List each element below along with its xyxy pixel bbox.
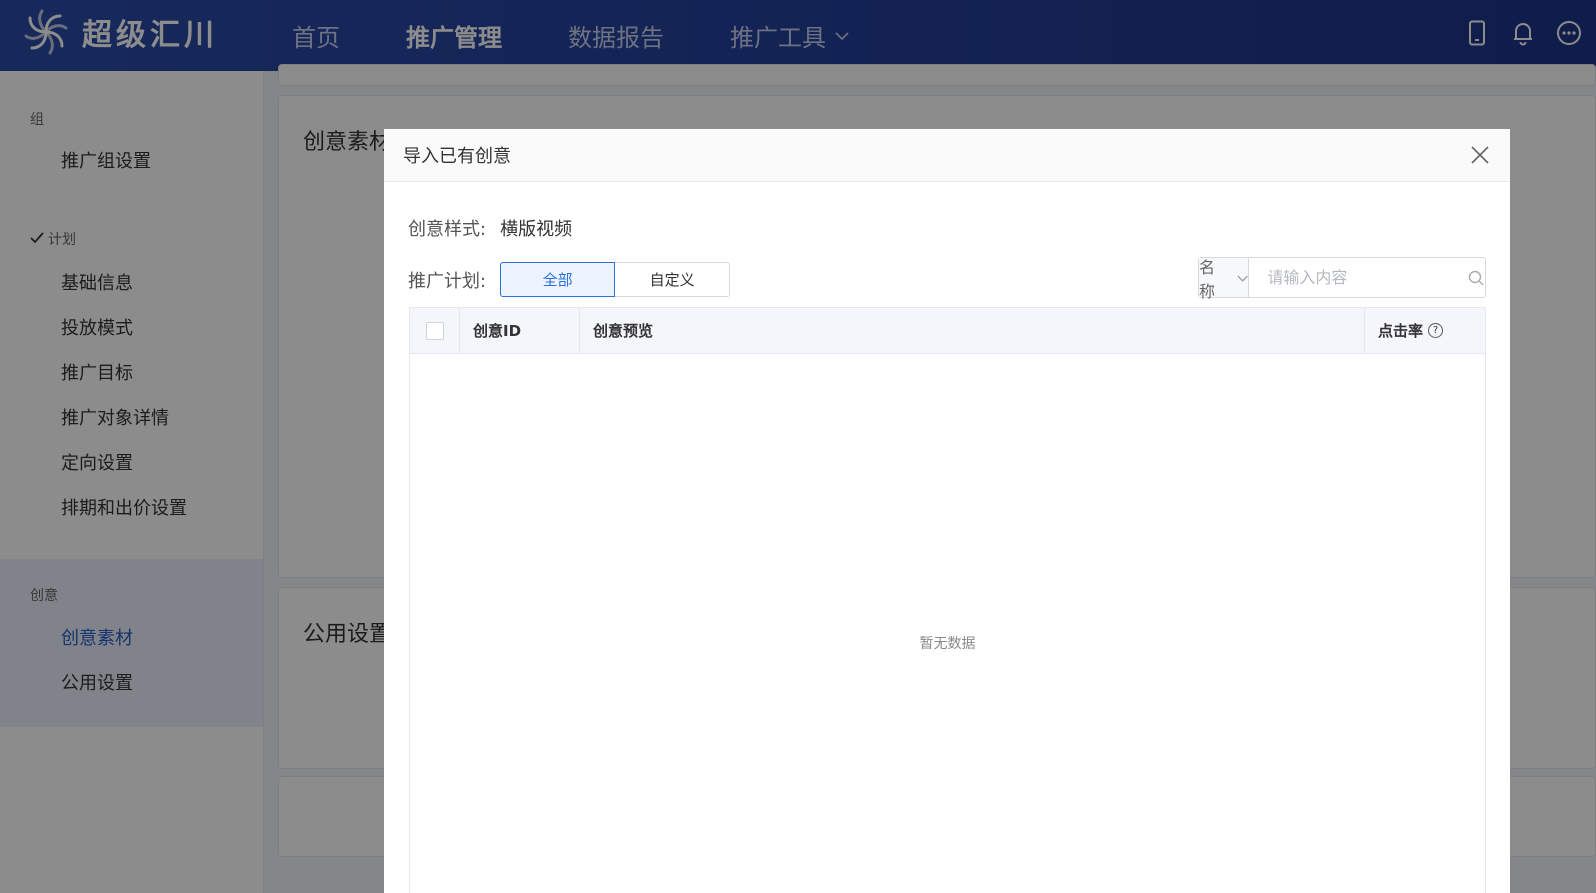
search-icon[interactable] <box>1467 258 1485 297</box>
search-input[interactable] <box>1249 258 1468 297</box>
plan-filter-toggle: 全部 自定义 <box>500 262 731 297</box>
empty-state-text: 暂无数据 <box>919 636 976 652</box>
dialog-title: 导入已有创意 <box>403 146 511 167</box>
close-icon <box>1471 146 1489 164</box>
column-header-creative-id[interactable]: 创意ID <box>460 308 580 353</box>
help-icon[interactable]: ? <box>1428 323 1444 338</box>
select-all-checkbox[interactable] <box>425 321 444 340</box>
search-box: 名称 <box>1198 257 1486 301</box>
promotion-plan-label: 推广计划: <box>408 270 487 292</box>
creative-style-value: 横版视频 <box>500 219 573 240</box>
search-field-select-value: 名称 <box>1199 257 1216 301</box>
table-header: 创意ID 创意预览 点击率 ? <box>410 308 1485 354</box>
plan-option-custom[interactable]: 自定义 <box>615 262 731 297</box>
dialog-header: 导入已有创意 <box>384 129 1510 182</box>
column-header-creative-preview: 创意预览 <box>580 308 1365 353</box>
import-creative-dialog: 导入已有创意 创意样式: 横版视频 推广计划: 全部 自定义 名称 创意ID <box>384 129 1510 893</box>
column-header-ctr[interactable]: 点击率 ? <box>1365 308 1485 353</box>
creative-style-label: 创意样式: <box>408 219 487 240</box>
search-field-select[interactable]: 名称 <box>1199 258 1250 301</box>
close-button[interactable] <box>1466 141 1494 169</box>
column-header-ctr-label: 点击率 <box>1378 322 1424 340</box>
select-all-cell <box>410 308 460 353</box>
creative-table: 创意ID 创意预览 点击率 ? 暂无数据 <box>409 307 1486 893</box>
creative-style-row: 创意样式: 横版视频 <box>408 215 572 241</box>
plan-option-all[interactable]: 全部 <box>500 262 616 297</box>
promotion-plan-row: 推广计划: 全部 自定义 <box>408 262 731 297</box>
chevron-down-icon <box>1237 275 1248 282</box>
